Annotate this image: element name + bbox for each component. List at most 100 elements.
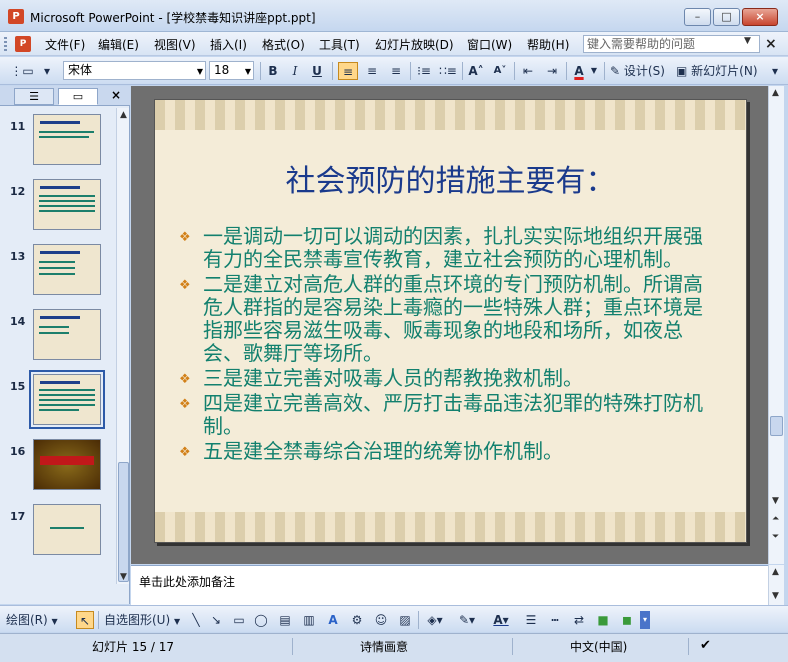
numbered-list-icon[interactable]: ⁝≡ [414, 62, 434, 80]
tab-outline[interactable]: ☰ [14, 88, 54, 105]
chevron-down-icon[interactable]: ▼ [744, 36, 751, 46]
font-name-select[interactable]: 宋体 ▼ [63, 61, 206, 80]
thumb-line [39, 326, 69, 328]
previous-slide-icon[interactable]: ⏶ [772, 514, 779, 524]
spelling-check-icon[interactable]: ✔ [700, 638, 711, 653]
3d-style-icon[interactable]: ◼ [618, 611, 636, 629]
menu-file[interactable]: 文件(F) [45, 36, 85, 53]
font-size-select[interactable]: 18 ▼ [209, 61, 254, 80]
slide-thumbnail[interactable] [33, 179, 101, 230]
arrow-icon[interactable]: ↘ [208, 611, 224, 629]
clipart-icon[interactable]: ☺ [372, 611, 390, 629]
scrollbar-thumb[interactable] [770, 416, 783, 436]
vertical-textbox-icon[interactable]: ▥ [300, 611, 318, 629]
textbox-icon[interactable]: ▤ [276, 611, 294, 629]
line-style-icon[interactable]: ☰ [522, 611, 540, 629]
scroll-up-icon[interactable]: ▲ [772, 567, 779, 577]
decrease-indent-icon[interactable]: ⇤ [518, 62, 538, 80]
slide-thumbnail[interactable] [33, 439, 101, 490]
toolbar-options-icon[interactable]: ⋮▭ [8, 62, 36, 80]
document-icon[interactable]: P [15, 36, 31, 52]
thumb-title [40, 251, 80, 254]
font-color-button[interactable]: A [570, 62, 588, 80]
menu-help[interactable]: 帮助(H) [527, 36, 569, 53]
bullet-text: 三是建立完善对吸毒人员的帮教挽救机制。 [203, 366, 583, 390]
arrow-style-icon[interactable]: ⇄ [570, 611, 588, 629]
thumb-line [39, 332, 69, 334]
toolbar-separator [566, 62, 567, 80]
notes-pane[interactable]: 单击此处添加备注 [131, 565, 768, 605]
bullet-diamond-icon: ❖ [179, 397, 191, 412]
thumbnails-scrollbar[interactable]: ▲ ▼ [116, 108, 129, 584]
design-button[interactable]: ✎ 设计(S) [610, 62, 670, 80]
dash-style-icon[interactable]: ┅ [546, 611, 564, 629]
picture-icon[interactable]: ▨ [396, 611, 414, 629]
menu-window[interactable]: 窗口(W) [467, 36, 512, 53]
bold-button[interactable]: B [264, 62, 282, 80]
minimize-button[interactable]: – [684, 8, 711, 26]
select-cursor-icon[interactable]: ↖ [76, 611, 94, 629]
oval-icon[interactable]: ◯ [252, 611, 270, 629]
scroll-down-icon[interactable]: ▼ [772, 591, 779, 601]
toolbar-options-icon[interactable]: ▾ [640, 611, 650, 629]
thumb-line [39, 131, 94, 133]
slide-thumbnail[interactable] [33, 309, 101, 360]
chevron-down-icon[interactable]: ▼ [589, 62, 599, 80]
scroll-down-icon[interactable]: ▼ [772, 496, 779, 506]
increase-font-icon[interactable]: A˄ [466, 62, 486, 80]
align-left-icon[interactable]: ≡ [338, 62, 358, 80]
wordart-icon[interactable]: A [324, 611, 342, 629]
close-panel-button[interactable]: × [111, 88, 121, 102]
new-slide-button[interactable]: ▣ 新幻灯片(N) [676, 62, 764, 80]
line-icon[interactable]: ╲ [188, 611, 204, 629]
align-center-icon[interactable]: ≡ [362, 62, 382, 80]
close-button[interactable]: × [742, 8, 778, 26]
powerpoint-app-icon[interactable]: P [8, 9, 24, 24]
notes-scrollbar[interactable]: ▲ ▼ [768, 565, 784, 605]
toolbar-overflow-icon[interactable]: ▾ [40, 62, 54, 80]
increase-indent-icon[interactable]: ⇥ [542, 62, 562, 80]
slide-body[interactable]: ❖ 一是调动一切可以调动的因素，扎扎实实际地组织开展强有力的全民禁毒宣传教育，建立… [179, 225, 714, 465]
thumb-line [39, 399, 95, 401]
tab-slides[interactable]: ▭ [58, 88, 98, 105]
font-size-value: 18 [214, 63, 230, 77]
grip-handle-icon[interactable] [4, 37, 7, 51]
bullet-item: ❖ 四是建立完善高效、严厉打击毒品违法犯罪的特殊打防机制。 [179, 392, 714, 438]
bulleted-list-icon[interactable]: ∷≡ [438, 62, 458, 80]
slide-thumbnail[interactable] [33, 114, 101, 165]
menu-edit[interactable]: 编辑(E) [98, 36, 139, 53]
menu-view[interactable]: 视图(V) [154, 36, 196, 53]
draw-menu-button[interactable]: 绘图(R) ▼ [6, 611, 72, 629]
align-right-icon[interactable]: ≡ [386, 62, 406, 80]
toolbar-options-icon[interactable]: ▾ [768, 62, 782, 80]
thumb-title [40, 186, 80, 189]
current-slide[interactable]: 社会预防的措施主要有： ❖ 一是调动一切可以调动的因素，扎扎实实际地组织开展强有力… [154, 99, 747, 543]
shadow-style-icon[interactable]: ■ [594, 611, 612, 629]
decrease-font-icon[interactable]: A˅ [490, 62, 510, 80]
diagram-icon[interactable]: ⚙ [348, 611, 366, 629]
next-slide-icon[interactable]: ⏷ [772, 532, 779, 542]
menu-slideshow[interactable]: 幻灯片放映(D) [375, 36, 454, 53]
menu-format[interactable]: 格式(O) [262, 36, 305, 53]
rectangle-icon[interactable]: ▭ [230, 611, 248, 629]
slide-thumbnail[interactable] [33, 244, 101, 295]
menu-insert[interactable]: 插入(I) [210, 36, 247, 53]
scrollbar-thumb[interactable] [118, 462, 129, 582]
scroll-up-icon[interactable]: ▲ [120, 110, 127, 120]
font-color-icon[interactable]: A▾ [488, 611, 514, 629]
slide-scrollbar[interactable]: ▲ ▼ ⏶ ⏷ [768, 86, 784, 564]
help-search-input[interactable]: 键入需要帮助的问题 [583, 35, 760, 53]
slide-title[interactable]: 社会预防的措施主要有： [155, 156, 746, 200]
autoshapes-button[interactable]: 自选图形(U) ▼ [104, 611, 184, 629]
slide-thumbnail[interactable] [33, 504, 101, 555]
line-color-icon[interactable]: ✎▾ [454, 611, 480, 629]
scroll-down-icon[interactable]: ▼ [120, 572, 127, 582]
scroll-up-icon[interactable]: ▲ [772, 88, 779, 98]
fill-color-icon[interactable]: ◈▾ [422, 611, 448, 629]
slide-thumbnail-selected[interactable] [29, 370, 105, 429]
italic-button[interactable]: I [286, 62, 304, 80]
menu-tools[interactable]: 工具(T) [319, 36, 360, 53]
close-document-button[interactable]: × [765, 36, 777, 52]
maximize-button[interactable]: □ [713, 8, 740, 26]
underline-button[interactable]: U [308, 62, 326, 80]
